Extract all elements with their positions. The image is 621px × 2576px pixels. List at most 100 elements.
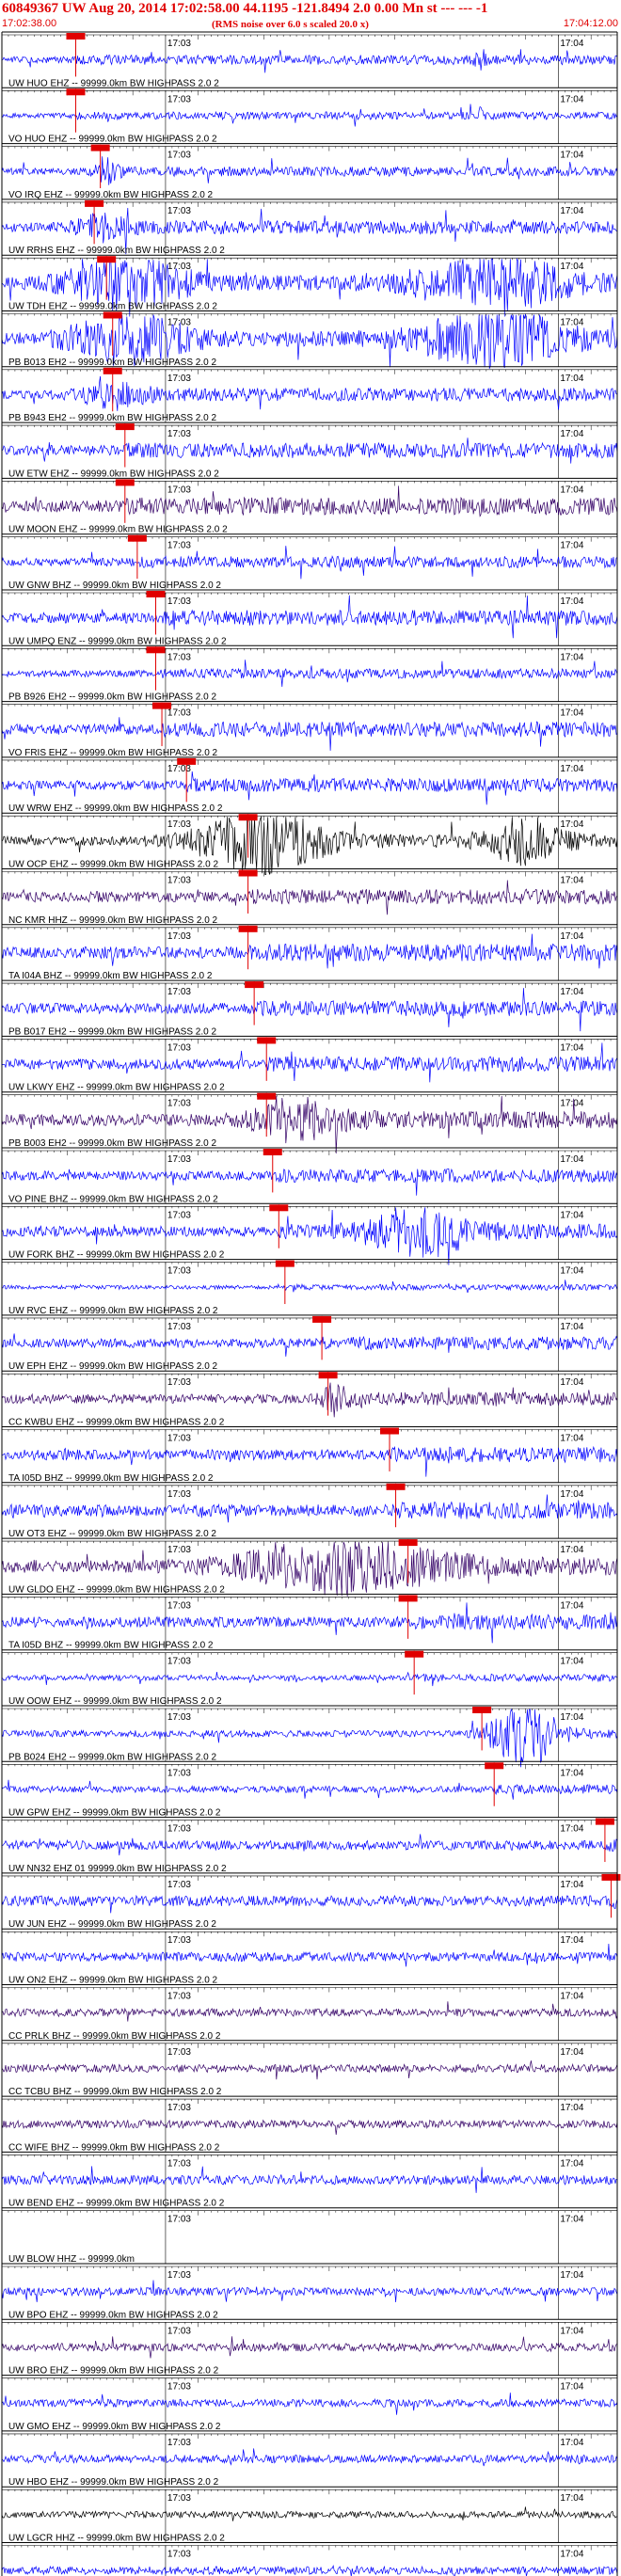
waveform-trace <box>1 437 618 464</box>
minute-label: 17:03 <box>167 1992 191 2002</box>
station-label: UW RRHS EHZ -- 99999.0km BW HIGHPASS 2.0… <box>8 246 225 256</box>
minute-label: 17:04 <box>560 1880 583 1890</box>
minute-label: 17:03 <box>167 39 191 49</box>
station-label: UW ETW EHZ -- 99999.0km BW HIGHPASS 2.0 … <box>8 469 219 479</box>
station-label: PB B943 EH2 -- 99999.0km BW HIGHPASS 2.0… <box>8 413 216 423</box>
minute-label: 17:04 <box>560 1657 583 1667</box>
minute-label: 17:03 <box>167 764 191 774</box>
station-label: UW GPW EHZ -- 99999.0km BW HIGHPASS 2.0 … <box>8 1808 221 1819</box>
station-label: VO FRIS EHZ -- 99999.0km BW HIGHPASS 2.0… <box>8 748 218 758</box>
minute-label: 17:03 <box>167 485 191 495</box>
trace-row: 17:03 17:04 UW GMO EHZ -- 99999.0km BW HIG… <box>1 2375 618 2432</box>
waveform-trace <box>1 717 618 751</box>
station-label: UW JUN EHZ -- 99999.0km BW HIGHPASS 2.0 … <box>8 1919 216 1930</box>
waveform-trace <box>1 1168 618 1196</box>
trace-row: 17:03 17:04 UW EPH EHZ -- 99999.0km BW HIG… <box>1 1314 618 1372</box>
trace-row: 17:03 17:04 VO IRQ EHZ -- 99999.0km BW HIG… <box>1 143 618 200</box>
minute-label: 17:03 <box>167 1377 191 1388</box>
trace-row: 17:03 17:04 UW HBO EHZ -- 99999.0km BW HIG… <box>1 2430 618 2488</box>
waveform-trace <box>1 660 618 688</box>
minute-label: 17:03 <box>167 2158 191 2169</box>
waveform-trace <box>1 2336 618 2359</box>
waveform-trace <box>1 1779 618 1800</box>
waveform-trace <box>1 880 618 915</box>
minute-label: 17:04 <box>560 2215 583 2225</box>
station-label: UW ON2 EHZ -- 99999.0km BW HIGHPASS 2.0 … <box>8 1976 218 1986</box>
trace-row: 17:03 17:04 UW MOON EHZ -- 99999.0km BW HI… <box>1 477 618 535</box>
trace-row: 17:03 17:04 UW JUN EHZ -- 99999.0km BW HIG… <box>1 1872 621 1930</box>
station-label: TA I04A BHZ -- 99999.0km BW HIGHPASS 2.0… <box>8 971 213 981</box>
station-label: CC KWBU EHZ -- 99999.0km BW HIGHPASS 2.0… <box>8 1418 225 1428</box>
minute-label: 17:04 <box>560 94 583 104</box>
trace-row: 17:03 17:04 CC WIFE BHZ -- 99999.0km BW HI… <box>1 2095 618 2153</box>
station-label: UW LKWY EHZ -- 99999.0km BW HIGHPASS 2.0… <box>8 1083 225 1093</box>
waveform-trace <box>1 2280 618 2303</box>
minute-label: 17:03 <box>167 1712 191 1723</box>
minute-label: 17:03 <box>167 1935 191 1946</box>
trace-row: 17:03 17:04 NC KMR HHZ -- 99999.0km BW HIG… <box>1 868 618 926</box>
minute-label: 17:03 <box>167 2493 191 2504</box>
trace-row: 17:03 17:04 UW BPO EHZ -- 99999.0km BW HIG… <box>1 2263 618 2320</box>
minute-label: 17:04 <box>560 652 583 662</box>
minute-label: 17:03 <box>167 1042 191 1053</box>
waveform-trace <box>1 2448 618 2467</box>
station-label: CC WIFE BHZ -- 99999.0km BW HIGHPASS 2.0… <box>8 2142 220 2153</box>
station-label: UW GLDO EHZ -- 99999.0km BW HIGHPASS 2.0… <box>8 1584 225 1595</box>
minute-label: 17:03 <box>167 1657 191 1667</box>
minute-label: 17:04 <box>560 1712 583 1723</box>
minute-label: 17:04 <box>560 429 583 439</box>
station-label: UW HBO EHZ -- 99999.0km BW HIGHPASS 2.0 … <box>8 2477 219 2488</box>
waveform-trace <box>1 1943 618 1967</box>
minute-label: 17:03 <box>167 1545 191 1555</box>
minute-label: 17:04 <box>560 708 583 719</box>
minute-label: 17:04 <box>560 1322 583 1332</box>
trace-row: 17:03 17:04 UW OCP EHZ -- 99999.0km BW HIG… <box>1 812 618 875</box>
trace-row: 17:03 17:04 VO PINE BHZ -- 99999.0km BW HI… <box>1 1147 618 1204</box>
minute-label: 17:04 <box>560 374 583 384</box>
minute-label: 17:04 <box>560 596 583 607</box>
station-label: UW NN32 EHZ 01 99999.0km BW HIGHPASS 2.0… <box>8 1864 227 1874</box>
station-label: PB B926 EH2 -- 99999.0km BW HIGHPASS 2.0… <box>8 692 216 703</box>
trace-row: 17:03 17:04 CC TCBU BHZ -- 99999.0km BW HI… <box>1 2040 618 2097</box>
trace-row: 17:03 17:04 UW OOW EHZ -- 99999.0km BW HIG… <box>1 1649 618 1707</box>
waveform-trace <box>1 988 618 1032</box>
waveform-trace <box>1 156 618 185</box>
station-label: PB B013 EH2 -- 99999.0km BW HIGHPASS 2.0… <box>8 358 216 368</box>
minute-label: 17:04 <box>560 485 583 495</box>
waveform-trace <box>1 2060 618 2080</box>
minute-label: 17:03 <box>167 1322 191 1332</box>
station-label: UW FORK BHZ -- 99999.0km BW HIGHPASS 2.0… <box>8 1250 225 1261</box>
station-label: UW GMO EHZ -- 99999.0km BW HIGHPASS 2.0 … <box>8 2422 221 2432</box>
minute-label: 17:04 <box>560 931 583 942</box>
waveform-trace <box>1 1042 618 1083</box>
minute-label: 17:03 <box>167 1824 191 1835</box>
minute-label: 17:04 <box>560 206 583 216</box>
waveform-trace <box>1 2119 618 2136</box>
minute-label: 17:03 <box>167 374 191 384</box>
trace-row: 17:03 17:04 PB B013 EH2 -- 99999.0km BW HI… <box>1 310 618 369</box>
minute-label: 17:04 <box>560 819 583 830</box>
station-label: UW GNW BHZ -- 99999.0km BW HIGHPASS 2.0 … <box>8 580 221 591</box>
minute-label: 17:03 <box>167 1434 191 1444</box>
trace-row: 17:03 17:04 PB B943 EH2 -- 99999.0km BW HI… <box>1 366 618 423</box>
trace-row: 17:03 17:04 PB B003 EH2 -- 99999.0km BW HI… <box>1 1091 618 1154</box>
station-label: UW RVC EHZ -- 99999.0km BW HIGHPASS 2.0 … <box>8 1306 218 1316</box>
station-label: VO HUO EHZ -- 99999.0km BW HIGHPASS 2.0 … <box>8 135 217 145</box>
minute-label: 17:03 <box>167 262 191 272</box>
minute-label: 17:03 <box>167 596 191 607</box>
waveform-trace <box>1 103 618 127</box>
minute-label: 17:04 <box>560 1434 583 1444</box>
station-label: NC KMR HHZ -- 99999.0km BW HIGHPASS 2.0 … <box>8 915 218 926</box>
minute-label: 17:03 <box>167 94 191 104</box>
minute-label: 17:03 <box>167 1210 191 1220</box>
minute-label: 17:03 <box>167 1880 191 1890</box>
station-label: UW OT3 EHZ -- 99999.0km BW HIGHPASS 2.0 … <box>8 1529 216 1539</box>
station-label: VO IRQ EHZ -- 99999.0km BW HIGHPASS 2.0 … <box>8 190 214 200</box>
minute-label: 17:04 <box>560 541 583 551</box>
trace-row: 17:03 17:04 CC KWBU EHZ -- 99999.0km BW HI… <box>1 1370 618 1428</box>
minute-label: 17:03 <box>167 2103 191 2113</box>
minute-label: 17:04 <box>560 1377 583 1388</box>
minute-label: 17:03 <box>167 429 191 439</box>
waveform-trace <box>1 1671 618 1687</box>
minute-label: 17:04 <box>560 2550 583 2560</box>
